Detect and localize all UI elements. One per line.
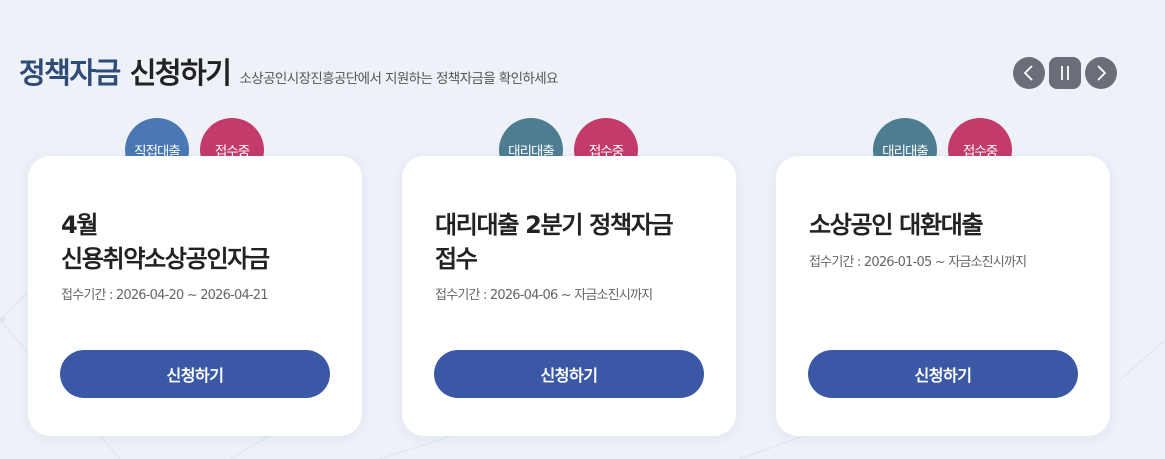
- card-title: 대리대출 2분기 정책자금 접수: [435, 208, 715, 276]
- chevron-right-icon: [1097, 65, 1107, 81]
- card-title-line: 소상공인 대환대출: [809, 211, 984, 239]
- application-period: 접수기간 : 2026-04-06 ~ 자금소진시까지: [435, 288, 653, 303]
- card-title: 4월 신용취약소상공인자금: [61, 208, 341, 276]
- card-title: 소상공인 대환대출: [809, 208, 1089, 242]
- fund-card: 소상공인 대환대출 접수기간 : 2026-01-05 ~ 자금소진시까지 신청…: [776, 156, 1110, 436]
- card-title-line: 4월: [61, 211, 98, 239]
- prev-button[interactable]: [1013, 57, 1045, 89]
- application-period: 접수기간 : 2026-04-20 ~ 2026-04-21: [61, 288, 269, 303]
- card-title-line: 대리대출 2분기 정책자금: [435, 211, 674, 239]
- apply-button[interactable]: 신청하기: [60, 350, 330, 398]
- pause-icon: [1061, 66, 1069, 80]
- fund-card: 대리대출 2분기 정책자금 접수 접수기간 : 2026-04-06 ~ 자금소…: [402, 156, 736, 436]
- fund-card: 4월 신용취약소상공인자금 접수기간 : 2026-04-20 ~ 2026-0…: [28, 156, 362, 436]
- page-title: 신청하기: [129, 56, 232, 90]
- apply-button[interactable]: 신청하기: [434, 350, 704, 398]
- page-subtitle: 소상공인시장진흥공단에서 지원하는 정책자금을 확인하세요: [239, 71, 558, 87]
- pause-button[interactable]: [1049, 57, 1081, 89]
- section-header: 정책자금 신청하기 소상공인시장진흥공단에서 지원하는 정책자금을 확인하세요: [19, 50, 558, 92]
- apply-button[interactable]: 신청하기: [808, 350, 1078, 398]
- page-title-accent: 정책자금: [19, 56, 121, 90]
- application-period: 접수기간 : 2026-01-05 ~ 자금소진시까지: [809, 255, 1027, 270]
- slider-controls: [1013, 57, 1117, 89]
- next-button[interactable]: [1085, 57, 1117, 89]
- card-title-line: 신용취약소상공인자금: [61, 245, 270, 273]
- card-title-line: 접수: [435, 245, 478, 273]
- chevron-left-icon: [1023, 65, 1033, 81]
